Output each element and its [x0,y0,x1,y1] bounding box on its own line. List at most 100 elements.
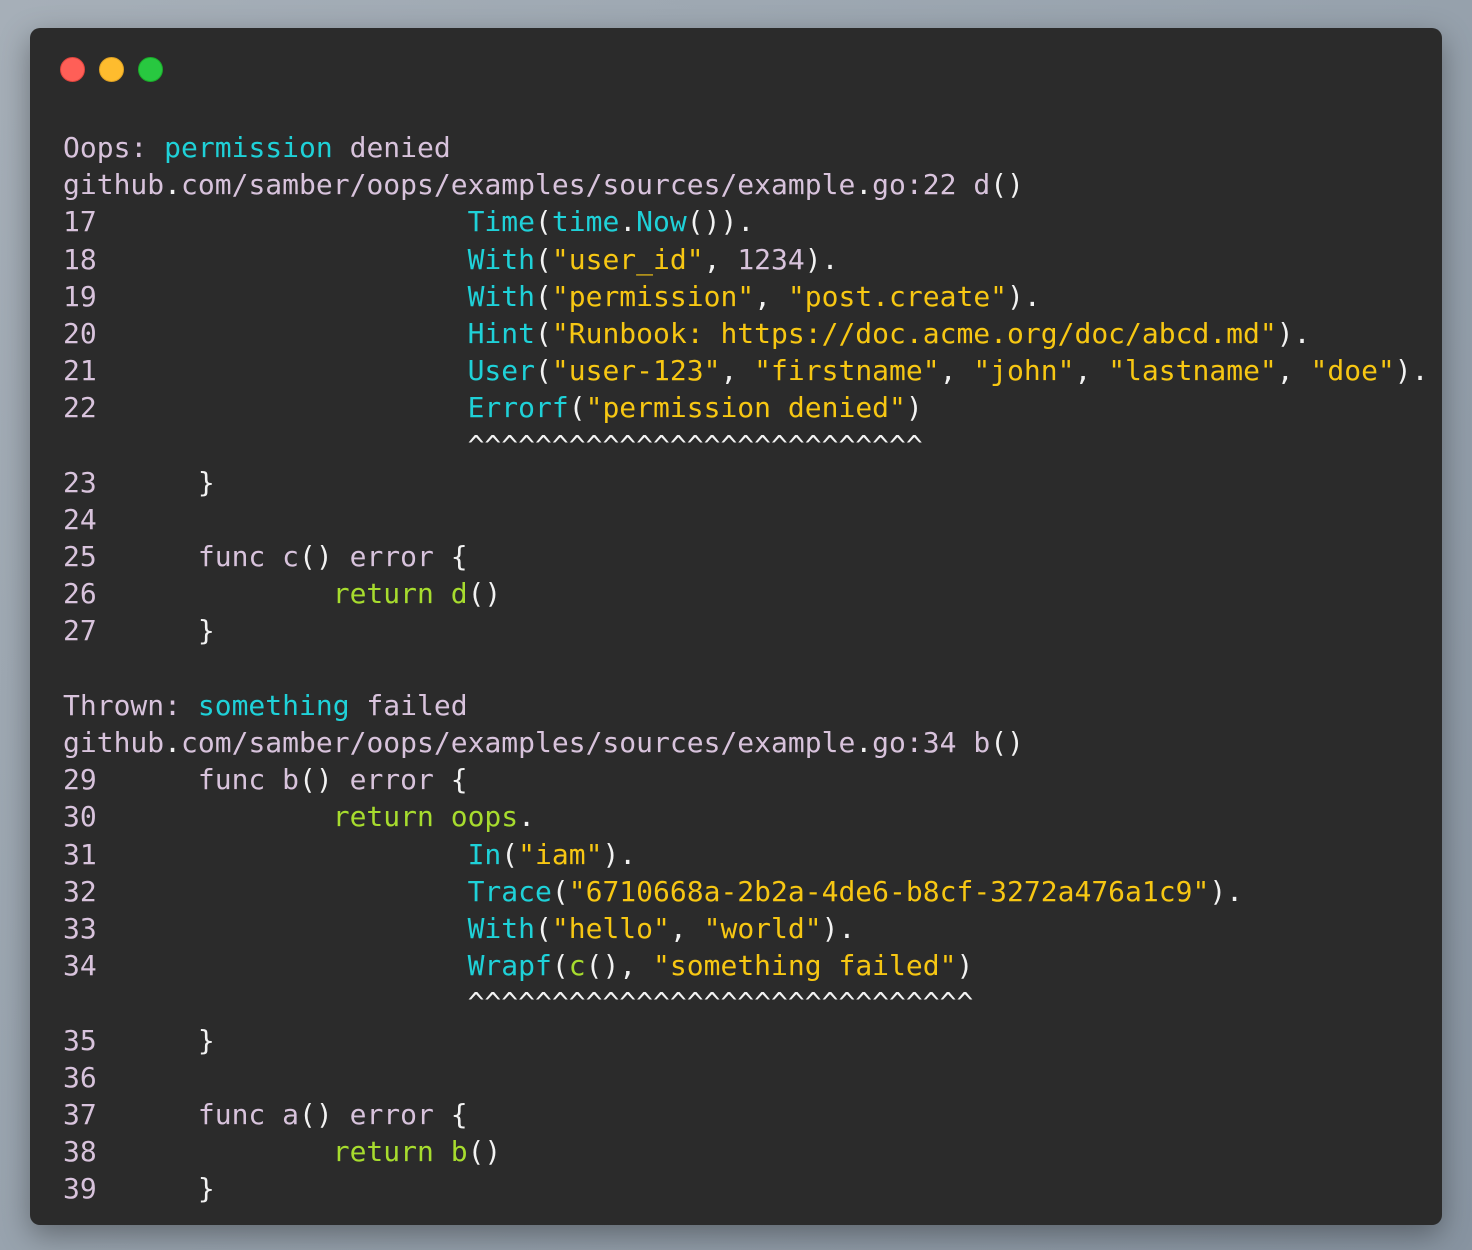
line-number: 36 [63,1060,97,1094]
location-line: github.com/samber/oops/examples/sources/… [63,724,1429,761]
token-punct: , [720,354,755,388]
code-line: 29 func b() error { [63,761,1429,798]
token-str: "lastname" [1108,354,1277,388]
token-punct: ). [821,911,856,945]
token-text: com/samber/oops/examples/sources/example [181,726,856,759]
line-number: 39 [63,1172,97,1206]
token-text: error [332,1097,451,1131]
token-str: "hello" [551,911,670,945]
token-text: func c [197,540,300,574]
token-punct: ( [535,316,552,350]
code-line: 25 func c() error { [63,538,1429,575]
line-number: 29 [63,763,97,797]
token-text: error [332,763,451,797]
header-line: Thrown: something failed [63,687,1429,724]
token-punct: , [1276,354,1311,388]
token-caret: ^^^^^^^^^^^^^^^^^^^^^^^^^^^ [467,428,923,462]
token-text: failed [349,688,468,722]
code-line: 39 } [63,1170,1429,1207]
token-punct: ( [535,279,552,313]
line-number: 31 [63,837,97,871]
token-punct: (), [585,949,654,983]
token-punct: ( [551,949,569,983]
token-punct: ). [1394,354,1429,388]
token-punct: ( [501,837,519,871]
token-hl: something [197,688,350,722]
token-text: github [63,726,165,759]
token-punct: , [669,911,704,945]
token-fn: In [467,837,502,871]
line-number: 37 [63,1097,97,1131]
code-line: 35 } [63,1022,1429,1059]
token-punct: , [1074,354,1109,388]
token-punct: ). [804,242,839,276]
terminal-output: Oops: permission denied github.com/samber… [63,129,1429,1207]
token-kw: return b [332,1135,468,1169]
token-fn: With [467,911,536,945]
token-punct: . [518,800,536,834]
token-punct: , [939,354,974,388]
token-punct: . [164,726,182,759]
code-line: 37 func a() error { [63,1096,1429,1133]
token-str: "world" [703,911,822,945]
code-line: 33 With("hello", "world"). [63,910,1429,947]
token-punct: , [703,242,738,276]
token-punct: () [990,168,1024,202]
token-num: 1234 [737,242,805,276]
close-button[interactable] [60,57,85,82]
token-punct: } [197,1023,215,1057]
token-str: "Runbook: https://doc.acme.org/doc/abcd.… [551,316,1277,350]
code-line: 24 [63,501,1429,538]
token-fn: Errorf [467,391,569,425]
minimize-button[interactable] [99,57,124,82]
line-number: 23 [63,465,97,499]
code-line: 36 [63,1059,1429,1096]
line-number: 34 [63,949,97,983]
token-punct: ( [535,242,552,276]
token-punct: . [619,205,637,239]
code-line: 20 Hint("Runbook: https://doc.acme.org/d… [63,315,1429,352]
token-punct: } [197,614,215,648]
token-text: com/samber/oops/examples/sources/example [181,168,856,202]
token-punct: ). [1276,316,1311,350]
token-punct: () [467,1135,502,1169]
line-number: 35 [63,1023,97,1057]
line-number: 18 [63,242,97,276]
code-line: 27 } [63,612,1429,649]
line-number: 38 [63,1135,97,1169]
token-punct: { [450,763,468,797]
window-controls [60,57,163,82]
token-punct: () [299,1097,333,1131]
code-line: 26 return d() [63,575,1429,612]
token-kw: return d [332,577,468,611]
token-fn: Hint [467,316,536,350]
token-text: Thrown: [63,688,198,722]
token-punct: () [299,763,333,797]
token-fn: User [467,354,536,388]
code-line: 32 Trace("6710668a-2b2a-4de6-b8cf-3272a4… [63,873,1429,910]
token-str: "permission" [551,279,755,313]
token-fn: Now [636,205,687,239]
line-number: 33 [63,911,97,945]
zoom-button[interactable] [138,57,163,82]
token-kw: c [568,949,586,983]
code-line: 30 return oops. [63,798,1429,835]
token-str: "doe" [1310,354,1395,388]
line-number: 26 [63,577,97,611]
caret-line: ^^^^^^^^^^^^^^^^^^^^^^^^^^^ [63,427,1429,464]
token-punct: ). [1007,279,1041,313]
code-line: 21 User("user-123", "firstname", "john",… [63,352,1429,389]
code-line: 17 Time(time.Now()). [63,203,1429,240]
token-str: "user-123" [551,354,721,388]
token-str: "permission denied" [585,391,906,425]
line-number: 17 [63,205,97,239]
line-number: 30 [63,800,97,834]
token-punct: () [990,726,1024,759]
token-kw: return oops [332,800,519,834]
token-punct: ( [568,391,586,425]
token-fn: Trace [467,874,552,908]
token-punct: , [754,279,788,313]
token-text: Oops: [63,131,165,164]
token-punct: . [164,168,182,202]
